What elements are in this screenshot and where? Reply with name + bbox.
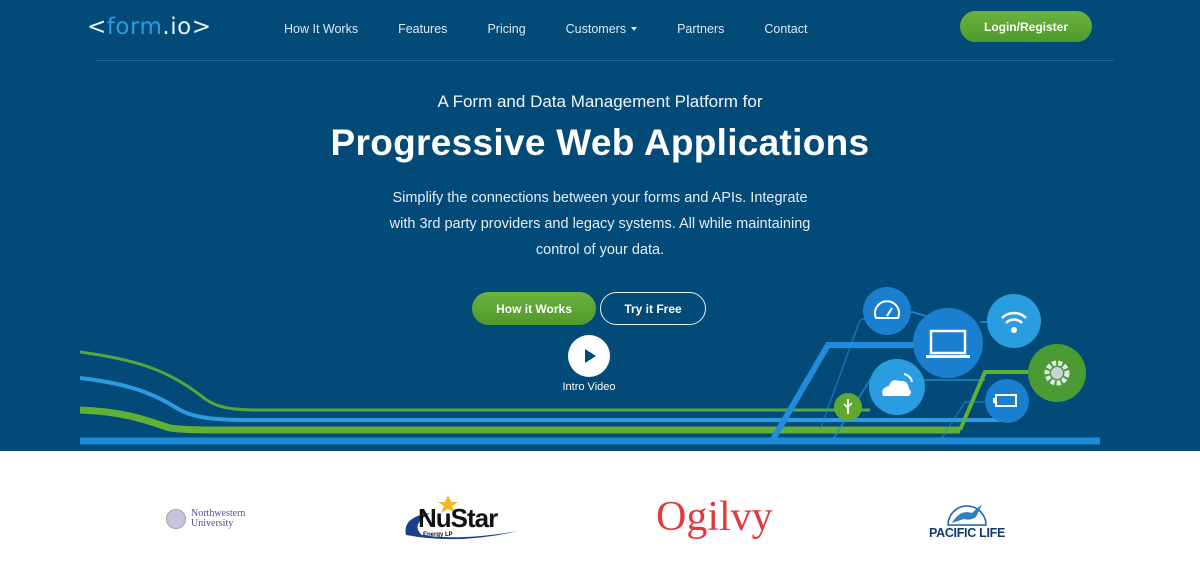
play-icon	[585, 349, 596, 363]
ogilvy-logo: Ogilvy	[656, 494, 773, 540]
caret-down-icon	[631, 27, 638, 31]
nav-how-it-works[interactable]: How It Works	[284, 22, 358, 36]
pacific-whale-icon	[947, 505, 987, 526]
laptop-icon	[913, 308, 983, 378]
nav-divider	[96, 60, 1114, 61]
formio-logo[interactable]: <form.io>	[87, 14, 211, 40]
nav-partners[interactable]: Partners	[677, 22, 724, 36]
pacific-life-wordmark: PACIFIC LIFE	[928, 526, 1006, 540]
gear-icon	[1028, 344, 1086, 402]
intro-video-play-button[interactable]	[568, 335, 610, 377]
nav-pricing[interactable]: Pricing	[487, 22, 525, 36]
logo-io-text: .io	[162, 14, 192, 40]
customer-logos: Northwestern University NuStar Energy LP…	[0, 451, 1200, 569]
nustar-logo: NuStar Energy LP	[400, 495, 520, 543]
hero-description: Simplify the connections between your fo…	[389, 190, 811, 258]
intro-video-label[interactable]: Intro Video	[540, 381, 638, 393]
pacific-life-logo: PACIFIC LIFE	[926, 499, 1008, 541]
northwestern-logo: Northwestern University	[166, 500, 256, 538]
dashboard-gauge-icon	[863, 287, 911, 335]
main-nav: How It Works Features Pricing Customers …	[284, 22, 847, 36]
how-it-works-button[interactable]: How it Works	[472, 292, 596, 325]
usb-icon	[834, 393, 862, 421]
login-register-button[interactable]: Login/Register	[960, 11, 1092, 42]
northwestern-line2: University	[191, 518, 234, 529]
nustar-subtitle: Energy LP	[423, 532, 453, 538]
hero-tagline: A Form and Data Management Platform for	[437, 92, 763, 111]
hero-section: <form.io> How It Works Features Pricing …	[0, 0, 1200, 451]
nav-features[interactable]: Features	[398, 22, 447, 36]
nustar-wordmark: NuStar	[418, 503, 498, 533]
logo-form-text: form	[106, 14, 163, 40]
logo-bracket-right: >	[191, 14, 212, 40]
try-it-free-button[interactable]: Try it Free	[600, 292, 706, 325]
nav-contact[interactable]: Contact	[764, 22, 807, 36]
nav-customers-label: Customers	[565, 22, 627, 36]
cloud-icon	[869, 359, 925, 415]
northwestern-seal-icon	[166, 509, 186, 529]
nav-customers[interactable]: Customers	[565, 22, 638, 36]
battery-icon	[985, 379, 1029, 423]
hero-headline: Progressive Web Applications	[330, 122, 870, 163]
wifi-icon	[987, 294, 1041, 348]
logo-bracket-left: <	[87, 14, 107, 40]
